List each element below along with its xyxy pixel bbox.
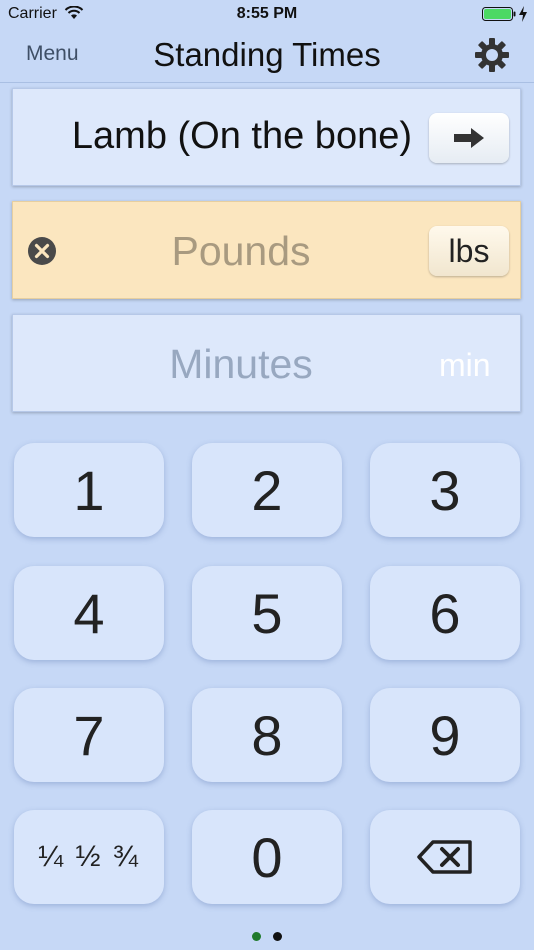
page-dot[interactable] — [273, 932, 282, 941]
status-time: 8:55 PM — [236, 5, 298, 22]
key-0[interactable]: 0 — [192, 810, 342, 904]
item-selector-panel[interactable]: Lamb (On the bone) — [12, 88, 521, 186]
gear-icon[interactable] — [474, 37, 510, 73]
weight-input-panel[interactable]: Pounds lbs — [12, 201, 521, 299]
key-6[interactable]: 6 — [370, 566, 520, 660]
page-title: Standing Times — [153, 36, 381, 73]
selected-item-label: Lamb (On the bone) — [71, 115, 412, 157]
backspace-key[interactable] — [370, 810, 520, 904]
battery-icon — [482, 7, 516, 21]
weight-field[interactable]: Pounds — [13, 228, 469, 275]
key-5[interactable]: 5 — [192, 566, 342, 660]
key-7[interactable]: 7 — [14, 688, 164, 782]
key-2[interactable]: 2 — [192, 443, 342, 537]
key-1[interactable]: 1 — [14, 443, 164, 537]
next-item-button[interactable] — [429, 113, 509, 163]
key-3[interactable]: 3 — [370, 443, 520, 537]
time-unit-label: min — [439, 347, 491, 383]
page-dot-current[interactable] — [252, 932, 261, 941]
backspace-icon — [417, 840, 472, 874]
charging-bolt-icon — [519, 6, 527, 22]
time-output-panel: Minutes min — [12, 314, 521, 412]
key-8[interactable]: 8 — [192, 688, 342, 782]
key-9[interactable]: 9 — [370, 688, 520, 782]
navigation-bar: Menu Standing Times — [0, 28, 534, 83]
status-bar: Carrier 8:55 PM — [0, 0, 534, 28]
right-arrow-icon — [454, 128, 484, 148]
weight-unit-button[interactable]: lbs — [429, 226, 509, 276]
minutes-field: Minutes — [169, 341, 313, 387]
key-4[interactable]: 4 — [14, 566, 164, 660]
key-fractions[interactable]: ¼ ½ ¾ — [14, 810, 164, 904]
